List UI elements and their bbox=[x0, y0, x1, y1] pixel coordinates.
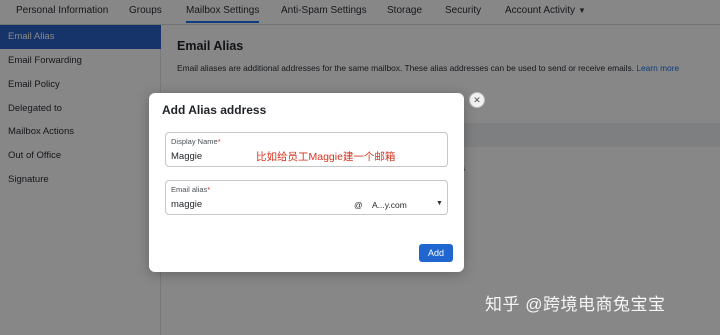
email-alias-label: Email alias* bbox=[171, 185, 210, 194]
display-name-label: Display Name* bbox=[171, 137, 221, 146]
display-name-field[interactable]: Display Name* Maggie 比如给员工Maggie建一个邮箱 bbox=[165, 132, 448, 167]
display-name-label-text: Display Name bbox=[171, 137, 218, 146]
at-sign: @ bbox=[354, 200, 363, 210]
domain-select[interactable]: A...y.com bbox=[372, 200, 407, 210]
annotation-text: 比如给员工Maggie建一个邮箱 bbox=[256, 151, 396, 163]
required-mark: * bbox=[217, 137, 221, 146]
email-alias-field[interactable]: Email alias* maggie @ A...y.com ▼ bbox=[165, 180, 448, 215]
add-button[interactable]: Add bbox=[419, 244, 453, 262]
chevron-down-icon[interactable]: ▼ bbox=[436, 200, 443, 207]
email-alias-value[interactable]: maggie bbox=[171, 199, 202, 210]
display-name-value[interactable]: Maggie bbox=[171, 151, 202, 162]
close-icon[interactable]: ✕ bbox=[469, 92, 485, 108]
email-alias-label-text: Email alias bbox=[171, 185, 208, 194]
required-mark: * bbox=[207, 185, 211, 194]
dialog-title: Add Alias address bbox=[162, 103, 267, 117]
watermark: 知乎 @跨境电商兔宝宝 bbox=[485, 295, 666, 314]
add-alias-dialog: Add Alias address Display Name* Maggie 比… bbox=[149, 93, 464, 272]
